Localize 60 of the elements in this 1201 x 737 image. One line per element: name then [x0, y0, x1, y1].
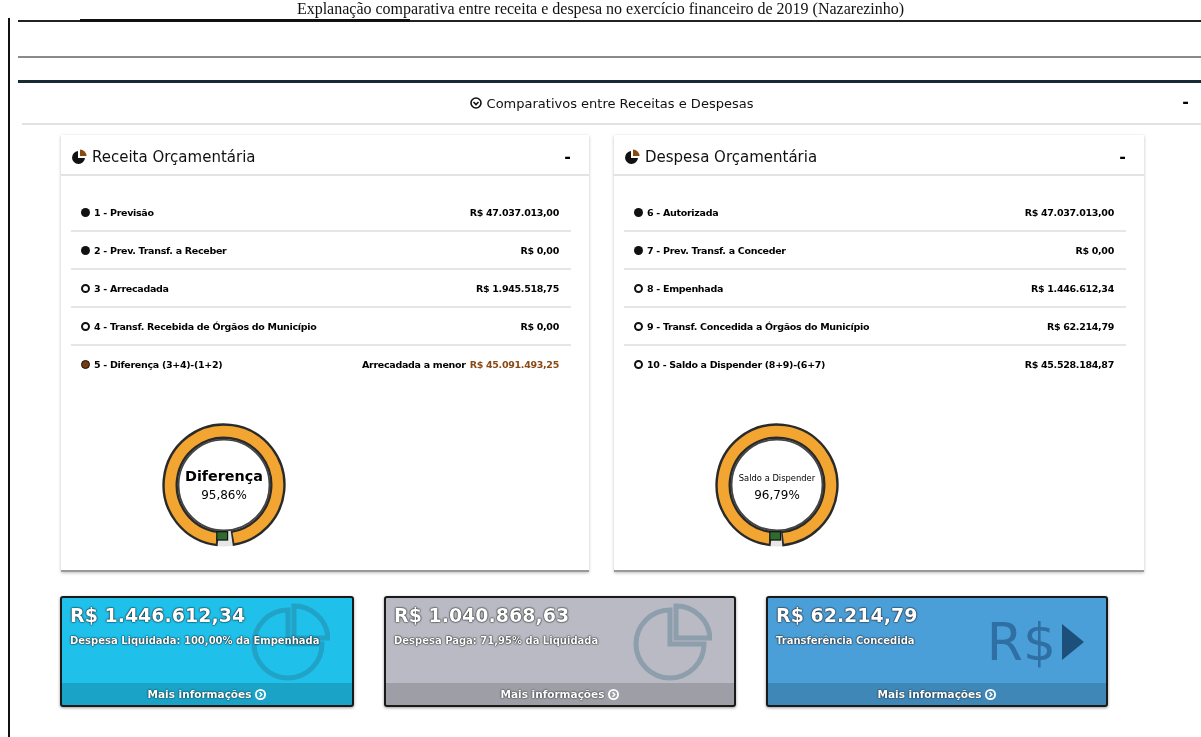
- row-label: 8 - Empenhada: [647, 282, 724, 294]
- gauge-label: Saldo a Dispender: [738, 473, 816, 484]
- description: Despesa Paga: 71,95% da Liquidada: [394, 635, 600, 646]
- arrow-circle-icon: [985, 688, 997, 700]
- bullet-icon: [634, 207, 643, 217]
- card-title: Despesa Orçamentária: [645, 147, 818, 166]
- row-label: 9 - Transf. Concedida a Órgãos do Município: [647, 320, 870, 332]
- collapse-button[interactable]: -: [560, 147, 575, 166]
- row-value: R$ 0,00: [1075, 244, 1114, 256]
- bullet-icon: [634, 245, 643, 255]
- bullet-icon: [81, 207, 90, 217]
- row-label: 5 - Diferença (3+4)-(1+2): [94, 358, 223, 370]
- row-value: R$ 47.037.013,00: [469, 206, 559, 218]
- row-label: 3 - Arrecadada: [94, 282, 169, 294]
- arrow-circle-icon: [255, 688, 267, 700]
- panel-title: Comparativos entre Receitas e Despesas: [486, 95, 754, 111]
- bullet-icon: [634, 321, 643, 331]
- pie-chart-icon: [250, 602, 330, 682]
- row-value: R$ 0,00: [520, 320, 559, 332]
- row-label: 7 - Prev. Transf. a Conceder: [647, 244, 786, 256]
- arrow-circle-icon: [608, 688, 620, 700]
- gauge-reading: 96,79%: [754, 488, 800, 503]
- bullet-icon: [81, 245, 90, 255]
- row-value: R$ 47.037.013,00: [1024, 206, 1114, 218]
- row-value: R$ 45.528.184,87: [1024, 358, 1114, 370]
- amount: R$ 62.214,79: [776, 604, 919, 626]
- description: Despesa Liquidada: 100,00% da Empenhada: [70, 635, 321, 646]
- arrow-circle-icon: [469, 97, 482, 109]
- description: Transferência Concedida: [776, 635, 916, 646]
- row-value: R$ 1.446.612,34: [1030, 282, 1114, 294]
- bullet-icon: [634, 359, 643, 369]
- gauge-reading: 95,86%: [201, 488, 247, 503]
- marker-icon: [216, 531, 229, 541]
- collapse-button[interactable]: -: [1176, 91, 1195, 112]
- more-info-link[interactable]: Mais informações: [768, 683, 1106, 705]
- gauge-label: Diferença: [185, 468, 263, 485]
- amount: R$ 1.040.868,63: [394, 604, 571, 626]
- pie-chart-icon: [71, 148, 87, 165]
- row-label: 10 - Saldo a Dispender (8+9)-(6+7): [647, 358, 826, 370]
- triangle-icon: [1060, 622, 1086, 662]
- figure-caption: Explanação comparativa entre receita e despesa no exercício financeiro de 2019 (Nazarezinho): [295, 0, 906, 18]
- row-label: 1 - Previsão: [94, 206, 154, 218]
- row-label: 6 - Autorizada: [647, 206, 719, 218]
- row-value: R$ 45.091.493,25: [469, 358, 559, 370]
- row-value: R$ 1.945.518,75: [475, 282, 559, 294]
- amount: R$ 1.446.612,34: [70, 604, 247, 626]
- row-label: 2 - Prev. Transf. a Receber: [94, 244, 227, 256]
- bullet-icon: [634, 283, 643, 293]
- row-value: R$ 0,00: [520, 244, 559, 256]
- row-value: R$ 62.214,79: [1046, 320, 1114, 332]
- pie-chart-icon: [624, 148, 640, 165]
- bullet-icon: [81, 359, 90, 369]
- bullet-icon: [81, 283, 90, 293]
- pie-chart-icon: [632, 602, 712, 682]
- collapse-button[interactable]: -: [1115, 147, 1130, 166]
- marker-icon: [769, 531, 782, 541]
- bullet-icon: [81, 321, 90, 331]
- row-note: Arrecadada a menor: [362, 358, 466, 370]
- row-label: 4 - Transf. Recebida de Órgãos do Município: [94, 320, 317, 332]
- card-title: Receita Orçamentária: [92, 147, 256, 166]
